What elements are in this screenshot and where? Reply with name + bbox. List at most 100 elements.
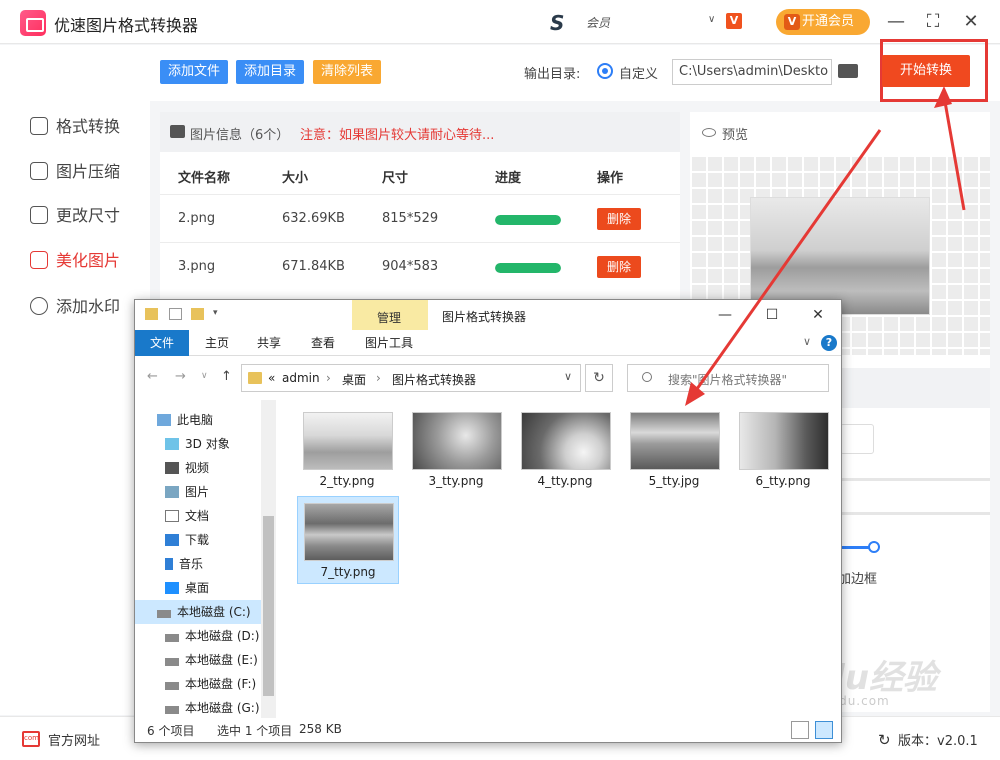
recent-dropdown-icon[interactable]: ∨ (201, 371, 208, 381)
table-row[interactable]: 2.png 632.69KB 815*529 删除 (160, 194, 680, 242)
forward-arrow-icon[interactable]: → (175, 369, 186, 384)
sidebar-item-label: 图片压缩 (56, 162, 121, 181)
tab-file[interactable]: 文件 (135, 330, 189, 356)
breadcrumb-overflow[interactable]: « (268, 371, 275, 385)
breadcrumb-folder[interactable]: 图片格式转换器 (392, 371, 476, 388)
start-convert-button[interactable]: 开始转换 (882, 55, 970, 87)
search-input[interactable]: 搜索"图片格式转换器" (627, 364, 829, 392)
nav-item-label: 本地磁盘 (E:) (185, 653, 258, 667)
breadcrumb-desktop[interactable]: 桌面 (342, 371, 366, 388)
file-thumbnail (521, 412, 611, 470)
maximize-button[interactable]: ⛶ (920, 9, 946, 35)
sidebar-item-beautify[interactable]: 美化图片 (30, 247, 140, 275)
custom-radio-label: 自定义 (619, 67, 659, 82)
chevron-down-icon[interactable]: ∨ (708, 14, 718, 25)
tab-manage[interactable]: 管理 (377, 309, 401, 326)
border-slider-handle[interactable] (868, 541, 880, 553)
close-button[interactable]: ✕ (808, 305, 828, 325)
new-folder-icon[interactable] (191, 308, 204, 320)
computer-icon (157, 414, 171, 426)
convert-icon (30, 117, 48, 135)
video-icon (165, 462, 179, 474)
thumbnail-view-icon[interactable] (815, 721, 833, 739)
file-name: 2.png (178, 211, 216, 226)
up-arrow-icon[interactable]: ↑ (221, 369, 232, 384)
sidebar-item-format-convert[interactable]: 格式转换 (30, 113, 140, 141)
maximize-button[interactable]: ☐ (762, 305, 782, 325)
settings-slider[interactable] (840, 512, 990, 515)
back-arrow-icon[interactable]: ← (147, 369, 158, 384)
sidebar-item-label: 添加水印 (56, 297, 121, 316)
nav-item-this-pc[interactable]: 此电脑 (157, 408, 275, 432)
file-tile[interactable]: 4_tty.png (515, 406, 617, 494)
help-icon[interactable]: ? (821, 335, 837, 351)
music-icon (165, 558, 173, 570)
minimize-button[interactable]: — (715, 305, 735, 325)
file-tile[interactable]: 5_tty.jpg (624, 406, 726, 494)
nav-item-label: 3D 对象 (185, 437, 230, 451)
minimize-button[interactable]: — (883, 9, 909, 35)
nav-item-drive-c[interactable]: 本地磁盘 (C:) (135, 600, 261, 624)
custom-radio[interactable] (597, 63, 613, 79)
address-bar[interactable]: « admin › 桌面 › 图片格式转换器 ∨ (241, 364, 581, 392)
settings-slider[interactable] (840, 478, 990, 481)
add-file-button[interactable]: 添加文件 (160, 60, 229, 84)
column-header-dimensions: 尺寸 (382, 171, 409, 186)
progress-fill (495, 263, 561, 273)
app-window: 优速图片格式转换器 S 会员 ∨ V V 开通会员 — ⛶ ✕ 格式转换 图片压… (0, 0, 1000, 760)
sidebar-item-label: 更改尺寸 (56, 206, 121, 225)
file-name: 3.png (178, 259, 216, 274)
column-header-name: 文件名称 (178, 171, 231, 186)
nav-item-label: 音乐 (179, 557, 204, 571)
settings-dropdown[interactable] (840, 424, 874, 454)
nav-item-label: 本地磁盘 (D:) (185, 629, 260, 643)
file-tile[interactable]: 6_tty.png (733, 406, 835, 494)
column-header-size: 大小 (282, 171, 309, 186)
delete-button[interactable]: 删除 (597, 208, 641, 230)
watermark-icon (30, 297, 48, 315)
sidebar-item-compress[interactable]: 图片压缩 (30, 158, 140, 186)
chevron-down-icon[interactable]: ∨ (564, 370, 572, 383)
breadcrumb-admin[interactable]: admin (282, 371, 320, 385)
folder-icon (145, 308, 158, 320)
delete-button[interactable]: 删除 (597, 256, 641, 278)
properties-icon[interactable] (169, 308, 182, 320)
close-button[interactable]: ✕ (958, 9, 984, 35)
sidebar-item-watermark[interactable]: 添加水印 (30, 293, 140, 321)
nav-item-label: 本地磁盘 (F:) (185, 677, 257, 691)
preview-header: 预览 (690, 112, 990, 154)
selected-size: 258 KB (299, 722, 342, 736)
file-tile[interactable]: 3_tty.png (406, 406, 508, 494)
clear-list-button[interactable]: 清除列表 (313, 60, 382, 84)
member-info[interactable]: S 会员 (550, 9, 670, 35)
sidebar-item-resize[interactable]: 更改尺寸 (30, 202, 140, 230)
drive-icon (165, 706, 179, 714)
search-icon (642, 372, 652, 382)
chevron-down-icon[interactable]: ∨ (803, 335, 811, 348)
tab-share[interactable]: 共享 (257, 334, 281, 351)
tab-home[interactable]: 主页 (205, 334, 229, 351)
nav-scrollbar-thumb[interactable] (263, 516, 274, 696)
vip-badge-icon: V (726, 13, 742, 29)
drive-icon (165, 658, 179, 666)
refresh-button[interactable]: ↻ (585, 364, 613, 392)
column-header-action: 操作 (597, 171, 624, 186)
quick-access-dropdown-icon[interactable]: ▾ (213, 308, 226, 320)
download-icon (165, 534, 179, 546)
file-tile[interactable]: 2_tty.png (297, 406, 399, 494)
details-view-icon[interactable] (791, 721, 809, 739)
folder-icon[interactable] (838, 64, 858, 78)
address-row: ← → ∨ ↑ « admin › 桌面 › 图片格式转换器 ∨ ↻ 搜索"图片… (135, 357, 841, 397)
add-directory-button[interactable]: 添加目录 (236, 60, 305, 84)
tab-picture-tools[interactable]: 图片工具 (365, 334, 413, 351)
website-icon: com (22, 731, 40, 747)
vip-button[interactable]: V 开通会员 (776, 9, 870, 35)
website-link[interactable]: 官方网址 (48, 730, 100, 749)
file-dimensions: 904*583 (382, 259, 439, 274)
status-bar: 6 个项目 选中 1 个项目 258 KB (135, 718, 841, 742)
tab-view[interactable]: 查看 (311, 334, 335, 351)
file-tile-selected[interactable]: 7_tty.png (297, 496, 399, 584)
file-explorer-window: ▾ 图片格式转换器 — ☐ ✕ 管理 文件 主页 共享 查看 图片工具 ∨ ? … (134, 299, 842, 743)
output-path-field[interactable]: C:\Users\admin\Deskto (672, 59, 832, 85)
table-row[interactable]: 3.png 671.84KB 904*583 删除 (160, 242, 680, 290)
